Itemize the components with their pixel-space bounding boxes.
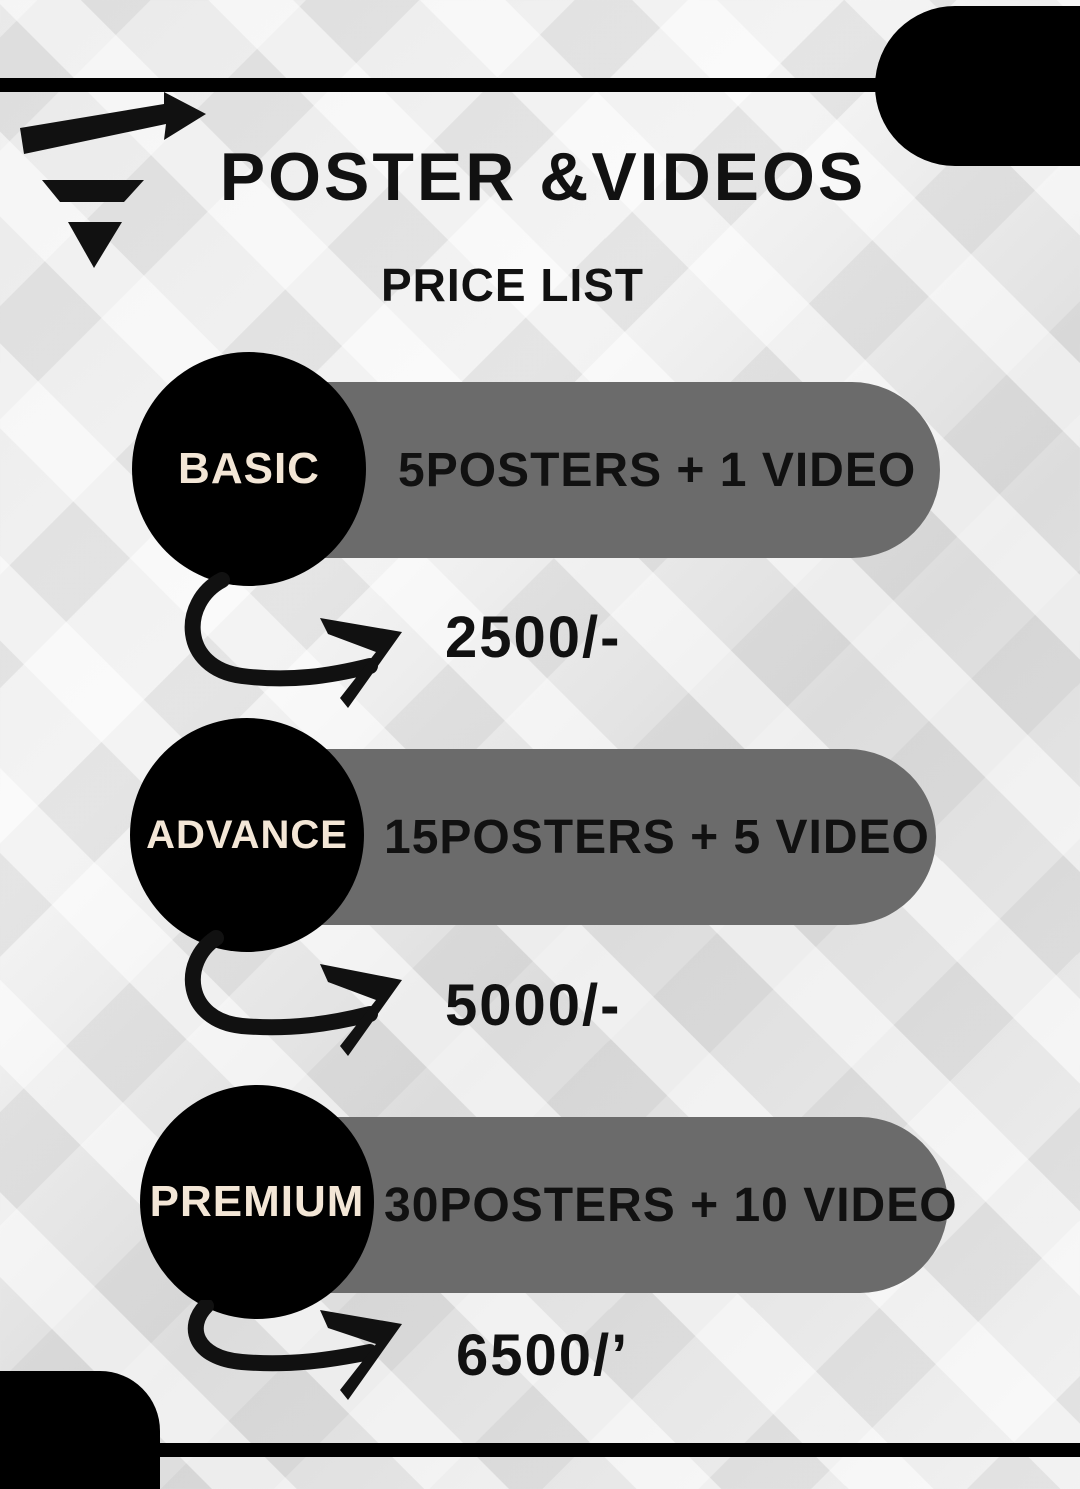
curved-arrow-icon — [185, 930, 402, 1056]
curved-arrow-icon — [184, 572, 402, 708]
plan-premium-offer: 30POSTERS + 10 VIDEO — [384, 1178, 958, 1232]
page-subtitle: PRICE LIST — [380, 259, 645, 311]
bottom-left-corner-shape — [0, 1371, 160, 1489]
plan-advance-name: ADVANCE — [146, 812, 348, 857]
plan-premium-badge: PREMIUM — [140, 1085, 374, 1319]
top-frame-line — [0, 78, 1000, 92]
curved-arrow-icon — [187, 1300, 402, 1400]
plan-basic-badge: BASIC — [132, 352, 366, 586]
plan-premium-name: PREMIUM — [149, 1177, 365, 1226]
bottom-frame-line — [100, 1443, 1080, 1457]
plan-basic-name: BASIC — [178, 444, 320, 493]
page-title: POSTER &VIDEOS — [219, 139, 867, 215]
plan-advance-badge: ADVANCE — [130, 718, 364, 952]
plan-advance-offer-pill: 15POSTERS + 5 VIDEO — [300, 749, 936, 925]
plan-premium-price: 6500/’ — [456, 1323, 630, 1388]
plan-basic-offer-pill: 5POSTERS + 1 VIDEO — [300, 382, 940, 558]
plan-basic-price: 2500/- — [445, 605, 622, 670]
plan-basic-offer: 5POSTERS + 1 VIDEO — [398, 443, 917, 497]
plan-advance-offer: 15POSTERS + 5 VIDEO — [384, 810, 930, 864]
plan-advance-price: 5000/- — [445, 973, 622, 1038]
plan-premium-offer-pill: 30POSTERS + 10 VIDEO — [300, 1117, 957, 1293]
